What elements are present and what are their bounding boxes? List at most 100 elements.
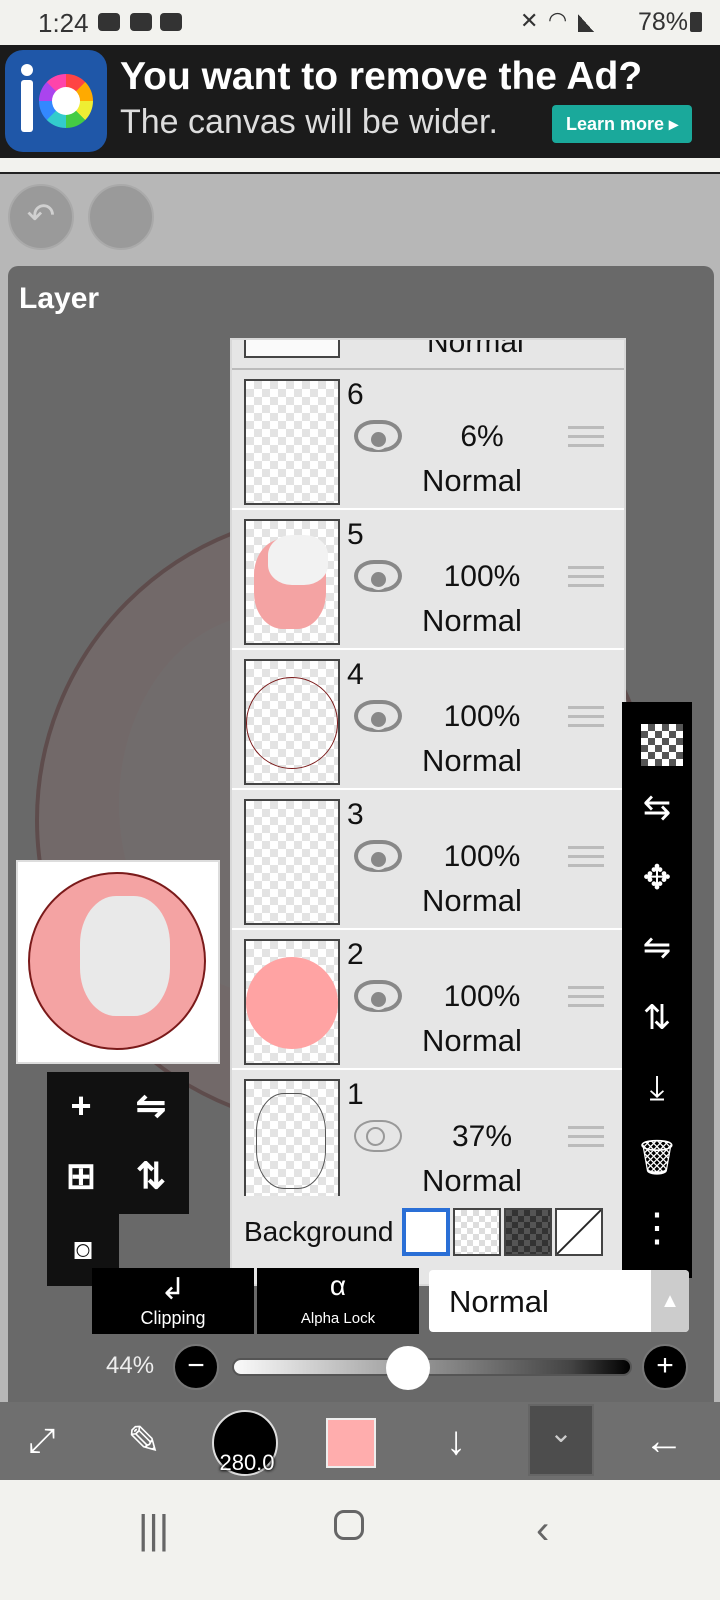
recent-apps-icon[interactable]: |||: [138, 1508, 169, 1553]
opacity-value: 44%: [106, 1352, 155, 1379]
layer-panel-button[interactable]: ⌄: [528, 1404, 594, 1476]
ad-banner[interactable]: You want to remove the Ad? The canvas wi…: [0, 45, 720, 158]
ad-subtext: The canvas will be wider.: [120, 103, 498, 141]
merge-down-button[interactable]: ⤓: [627, 1058, 687, 1118]
thumbnail-art: [246, 677, 338, 769]
signal-icon: [578, 14, 594, 32]
flip-vertical-icon: ⇅: [642, 999, 672, 1037]
flip-horizontal-icon: ⇋: [642, 929, 672, 967]
layer-row-1[interactable]: 1 37% Normal: [232, 1070, 624, 1210]
layer-blend: Normal: [422, 603, 522, 638]
layer-down-button[interactable]: ↓: [424, 1402, 488, 1480]
layer-number: 6: [347, 378, 364, 411]
opacity-slider-track[interactable]: [232, 1358, 632, 1376]
preview-circle: [28, 872, 206, 1050]
ad-headline: You want to remove the Ad?: [120, 55, 643, 98]
add-special-layer-button[interactable]: ⊞: [51, 1146, 111, 1206]
canvas-preview[interactable]: [16, 860, 220, 1064]
flip-horizontal-button[interactable]: ⇋: [121, 1076, 181, 1136]
opacity-slider-thumb[interactable]: [386, 1346, 430, 1390]
wifi-icon: ◠: [548, 7, 568, 32]
more-options-button[interactable]: ⋮: [627, 1198, 687, 1258]
back-button[interactable]: ←: [632, 1402, 696, 1480]
layer-opacity: 100%: [443, 700, 521, 733]
layer-row-partial[interactable]: Normal: [232, 340, 624, 370]
chevron-double-down-icon: ⌄: [549, 1417, 573, 1448]
drag-handle-icon[interactable]: [568, 566, 604, 590]
merge-down-icon: ⤓: [649, 1069, 665, 1107]
transparency-button[interactable]: [627, 708, 687, 778]
undo-button[interactable]: ↶: [8, 184, 74, 250]
flip-vertical-layer-button[interactable]: ⇅: [627, 988, 687, 1048]
camera-icon: ◙: [73, 1233, 93, 1266]
layer-number: 3: [347, 798, 364, 831]
flip-vertical-button[interactable]: ⇅: [121, 1146, 181, 1206]
back-nav-icon[interactable]: ‹: [536, 1508, 549, 1553]
layer-blend: Normal: [422, 1163, 522, 1198]
brush-tool-button[interactable]: ✎: [112, 1402, 176, 1480]
layer-row-4[interactable]: 4 100% Normal: [232, 650, 624, 790]
arrow-left-icon: ←: [644, 1419, 684, 1463]
redo-button[interactable]: [88, 184, 154, 250]
undo-icon: ↶: [26, 197, 56, 235]
blend-mode-select[interactable]: Normal ▲: [429, 1270, 689, 1332]
thumbnail-art: [246, 957, 338, 1049]
trash-icon: 🗑: [635, 1139, 679, 1177]
visibility-eye-icon[interactable]: [354, 840, 402, 872]
layer-row-2[interactable]: 2 100% Normal: [232, 930, 624, 1070]
ad-divider: [0, 158, 720, 174]
layer-blend: Normal: [422, 463, 522, 498]
layer-list[interactable]: Normal 6 6% Normal 5 100% Normal 4 100% …: [230, 338, 626, 1286]
layer-thumbnail: [244, 799, 340, 925]
home-icon[interactable]: [334, 1510, 364, 1540]
bottom-toolbar: ⤢ ✎ 280.0 ↓ ⌄ ←: [0, 1402, 720, 1480]
drag-handle-icon[interactable]: [568, 1126, 604, 1150]
add-layer-button[interactable]: +: [51, 1076, 111, 1136]
thumbnail-art: [268, 535, 328, 585]
swap-layer-icon: ⇆: [642, 789, 672, 827]
background-white-swatch[interactable]: [402, 1208, 450, 1256]
mute-icon: ✕: [520, 8, 539, 33]
drag-handle-icon[interactable]: [568, 706, 604, 730]
check-icon: [130, 13, 152, 31]
system-nav-bar: ||| ‹: [0, 1480, 720, 1600]
visibility-eye-icon[interactable]: [354, 1120, 402, 1152]
layer-row-3[interactable]: 3 100% Normal: [232, 790, 624, 930]
layer-blend: Normal: [422, 743, 522, 778]
layer-thumbnail: [244, 939, 340, 1065]
drag-handle-icon[interactable]: [568, 426, 604, 450]
brush-size-value: 280.0: [219, 1450, 275, 1475]
learn-more-button[interactable]: Learn more ▸: [552, 105, 692, 143]
gallery-icon: [160, 13, 182, 31]
layer-thumbnail: [244, 519, 340, 645]
layer-opacity: 100%: [443, 980, 521, 1013]
visibility-eye-icon[interactable]: [354, 420, 402, 452]
add-layer-square-icon: ⊞: [65, 1155, 97, 1196]
tool-selection-button[interactable]: ⤢: [10, 1402, 74, 1480]
background-label: Background: [244, 1216, 394, 1247]
layer-row-6[interactable]: 6 6% Normal: [232, 370, 624, 510]
color-swatch-button[interactable]: [326, 1418, 376, 1468]
clipping-button[interactable]: ↲ Clipping: [92, 1268, 254, 1334]
delete-layer-button[interactable]: 🗑: [627, 1128, 687, 1188]
visibility-eye-icon[interactable]: [354, 700, 402, 732]
background-transparent-dark-swatch[interactable]: [504, 1208, 552, 1256]
flip-horizontal-icon: ⇋: [135, 1085, 167, 1126]
drag-handle-icon[interactable]: [568, 846, 604, 870]
alpha-lock-button[interactable]: α Alpha Lock: [257, 1268, 419, 1334]
swap-layer-button[interactable]: ⇆: [627, 778, 687, 838]
move-button[interactable]: ✥: [627, 848, 687, 908]
layer-row-5[interactable]: 5 100% Normal: [232, 510, 624, 650]
background-none-swatch[interactable]: [555, 1208, 603, 1256]
background-transparent-light-swatch[interactable]: [453, 1208, 501, 1256]
drag-handle-icon[interactable]: [568, 986, 604, 1010]
opacity-increase-button[interactable]: +: [642, 1344, 688, 1390]
brush-size-button[interactable]: 280.0: [212, 1410, 278, 1476]
visibility-eye-icon[interactable]: [354, 560, 402, 592]
flip-horizontal-layer-button[interactable]: ⇋: [627, 918, 687, 978]
layer-blend: Normal: [422, 883, 522, 918]
dropdown-arrow-icon[interactable]: ▲: [651, 1270, 689, 1332]
layer-number: 5: [347, 518, 364, 551]
opacity-decrease-button[interactable]: −: [173, 1344, 219, 1390]
visibility-eye-icon[interactable]: [354, 980, 402, 1012]
